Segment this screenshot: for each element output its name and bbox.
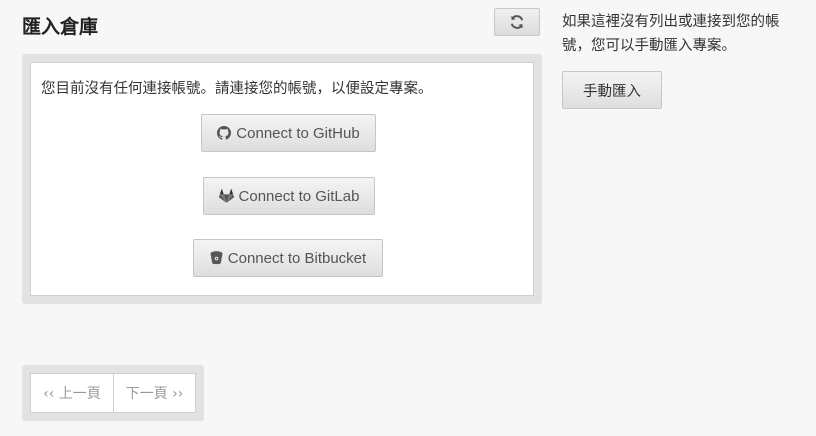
page-title: 匯入倉庫: [22, 16, 99, 38]
bitbucket-icon: [210, 251, 223, 265]
previous-page-button[interactable]: ‹‹ 上一頁: [31, 374, 114, 412]
manual-import-help-text: 如果這裡沒有列出或連接到您的帳號，您可以手動匯入專案。: [562, 14, 780, 54]
pagination: ‹‹ 上一頁 下一頁 ››: [22, 365, 204, 421]
connect-gitlab-label: Connect to GitLab: [238, 187, 360, 205]
refresh-button[interactable]: [494, 8, 540, 36]
refresh-icon: [509, 14, 525, 30]
next-page-button[interactable]: 下一頁 ››: [114, 374, 195, 412]
no-accounts-message: 您目前沒有任何連接帳號。請連接您的帳號，以便設定專案。: [41, 81, 433, 97]
connect-github-label: Connect to GitHub: [236, 124, 360, 142]
connect-bitbucket-button[interactable]: Connect to Bitbucket: [193, 239, 383, 277]
connect-bitbucket-label: Connect to Bitbucket: [227, 249, 367, 267]
pagination-bar: ‹‹ 上一頁 下一頁 ››: [30, 373, 196, 413]
connect-accounts-box: 您目前沒有任何連接帳號。請連接您的帳號，以便設定專案。 Connect to G…: [30, 62, 534, 296]
connect-gitlab-button[interactable]: Connect to GitLab: [203, 177, 375, 215]
manual-import-button[interactable]: 手動匯入: [562, 71, 662, 109]
gitlab-icon: [218, 189, 234, 203]
connect-github-button[interactable]: Connect to GitHub: [201, 114, 376, 152]
connect-accounts-panel: 您目前沒有任何連接帳號。請連接您的帳號，以便設定專案。 Connect to G…: [22, 54, 542, 304]
github-icon: [217, 126, 232, 140]
